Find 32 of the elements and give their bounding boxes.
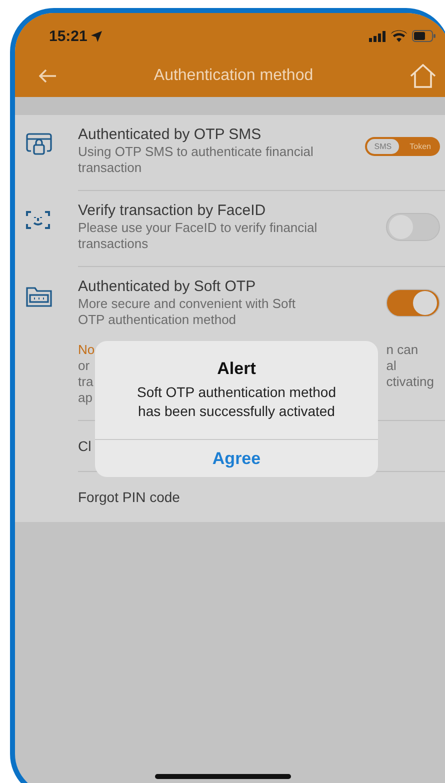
lock-window-icon: [26, 133, 52, 157]
alert-message: Soft OTP authentication method has been successfully activated: [137, 383, 336, 421]
alert-title: Alert: [217, 359, 256, 379]
back-arrow-icon[interactable]: [39, 69, 57, 83]
toggle-switch[interactable]: [386, 289, 440, 317]
method-description: More secure and convenient with Soft OTP authentication method: [78, 296, 297, 328]
method-title: Verify transaction by FaceID: [78, 201, 267, 220]
method-title: Authenticated by OTP SMS: [78, 125, 262, 144]
note-text: n can: [386, 342, 418, 358]
folder-password-icon: [26, 285, 52, 307]
signal-icon: [369, 30, 386, 42]
screen-title: Authentication method: [154, 67, 314, 85]
note-text: or: [78, 358, 90, 374]
segment-option[interactable]: Token: [402, 139, 438, 154]
note-text: ap: [78, 390, 92, 406]
note-text: tra: [78, 374, 94, 390]
note-text: al: [386, 358, 396, 374]
segment-option[interactable]: SMS: [367, 139, 399, 154]
menu-label: Forgot PIN code: [78, 489, 180, 505]
face-scan-icon: [26, 209, 50, 231]
location-arrow-icon: [91, 30, 102, 42]
battery-icon: [412, 30, 436, 42]
agree-button[interactable]: Agree: [95, 439, 378, 477]
home-icon[interactable]: [410, 64, 436, 88]
method-description: Please use your FaceID to verify financial transactions: [78, 220, 318, 252]
toggle-switch[interactable]: [386, 213, 440, 241]
note-text: ctivating: [386, 374, 434, 390]
method-description: Using OTP SMS to authenticate financial transaction: [78, 144, 314, 176]
method-title: Authenticated by Soft OTP: [78, 277, 257, 296]
status-time: 15:21: [49, 28, 88, 44]
wifi-icon: [391, 30, 407, 42]
note-text: No: [78, 342, 95, 358]
